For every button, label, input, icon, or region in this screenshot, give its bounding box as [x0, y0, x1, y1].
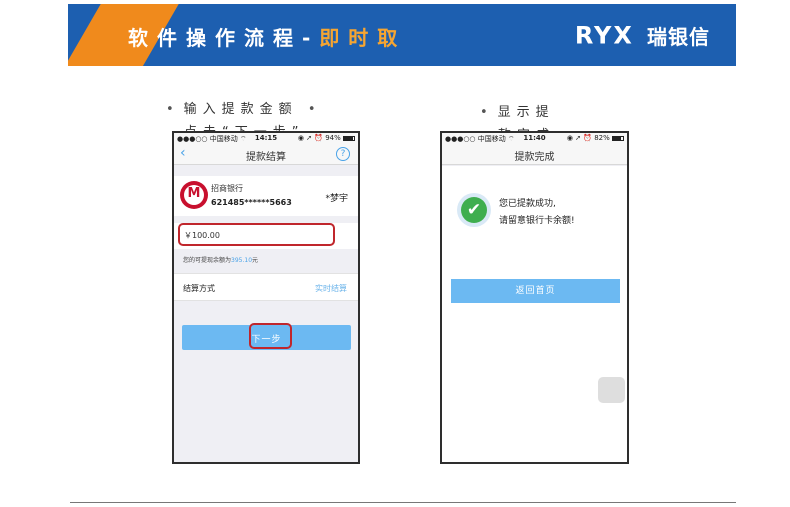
amount-row: ￥100.00	[174, 223, 358, 249]
header-banner: 软件操作流程-即时取 RYX 瑞银信	[68, 4, 736, 66]
bullet: •	[480, 105, 494, 120]
step1-caption-line1: • 输入提款金额 •	[166, 98, 326, 117]
return-home-button[interactable]: 返回首页	[451, 279, 620, 303]
brand-logo-mark: RYX	[575, 22, 634, 50]
nav-title: 提款完成	[514, 152, 555, 163]
phone-screen-withdraw: ●●●○○ 中国移动 ⌔ 14:15 ◉ ➚ ⏰ 94% ‹ 提款结算 ? M …	[172, 131, 360, 464]
success-hint: 请留意银行卡余额!	[499, 216, 575, 226]
available-balance: 您的可提现余额为395.10元	[183, 255, 258, 264]
nav-bar: 提款完成	[442, 143, 627, 165]
step2-caption-line1: • 显示提	[480, 101, 555, 120]
available-unit: 元	[252, 257, 259, 264]
brand-name: 瑞银信	[647, 25, 710, 49]
nav-title: 提款结算	[246, 152, 286, 163]
title-main: 软件操作流程	[128, 26, 302, 50]
success-check-icon: ✔	[457, 193, 491, 227]
amount-input[interactable]: ￥100.00	[178, 223, 335, 246]
title-accent: 即时取	[319, 26, 407, 50]
brand-logo-letters: RY	[574, 21, 614, 50]
next-step-button[interactable]: 下一步	[182, 323, 351, 350]
status-right: ◉ ➚ ⏰ 94%	[298, 134, 355, 142]
status-indicators: ◉ ➚ ⏰ 94%	[297, 134, 341, 142]
bullet: •	[307, 102, 322, 117]
card-holder: *梦宇	[325, 194, 348, 204]
check-glyph: ✔	[461, 197, 487, 223]
bank-logo-glyph: M	[187, 186, 201, 201]
step2-text: 显示提	[497, 105, 555, 120]
available-prefix: 您的可提现余额为	[183, 257, 232, 264]
bank-logo-icon: M	[180, 181, 208, 209]
status-right: ◉ ➚ ⏰ 82%	[567, 134, 624, 142]
brand-logo-x: X	[613, 21, 634, 50]
success-message: 您已提款成功,	[499, 199, 556, 209]
settlement-value: 实时结算	[315, 284, 347, 293]
title-separator: -	[302, 26, 320, 50]
bullet: •	[166, 102, 180, 117]
settlement-method-row[interactable]: 结算方式 实时结算	[174, 273, 358, 301]
status-indicators: ◉ ➚ ⏰ 82%	[566, 134, 610, 142]
amount-value: ￥100.00	[184, 231, 220, 240]
phone-screen-complete: ●●●○○ 中国移动 ⌔ 11:40 ◉ ➚ ⏰ 82% 提款完成 ✔ 您已提款…	[440, 131, 629, 464]
settlement-label: 结算方式	[183, 284, 215, 293]
status-bar: ●●●○○ 中国移动 ⌔ 14:15 ◉ ➚ ⏰ 94%	[174, 133, 358, 143]
card-number: 621485******5663	[211, 198, 292, 207]
battery-icon	[343, 135, 355, 141]
bank-card-row[interactable]: M 招商银行 621485******5663 *梦宇	[174, 176, 358, 216]
help-icon[interactable]: ?	[336, 147, 350, 161]
nav-bar: ‹ 提款结算 ?	[174, 143, 358, 165]
battery-icon	[612, 135, 624, 141]
step1-text: 输入提款金额	[183, 102, 298, 117]
footer-divider	[70, 502, 736, 503]
status-bar: ●●●○○ 中国移动 ⌔ 11:40 ◉ ➚ ⏰ 82%	[442, 133, 627, 143]
assistive-touch-icon[interactable]	[598, 377, 625, 403]
available-amount: 395.10	[231, 257, 253, 264]
brand-logo: RYX 瑞银信	[575, 21, 710, 50]
next-step-label: 下一步	[251, 335, 282, 345]
bank-name: 招商银行	[211, 184, 243, 193]
page-title: 软件操作流程-即时取	[128, 22, 406, 51]
